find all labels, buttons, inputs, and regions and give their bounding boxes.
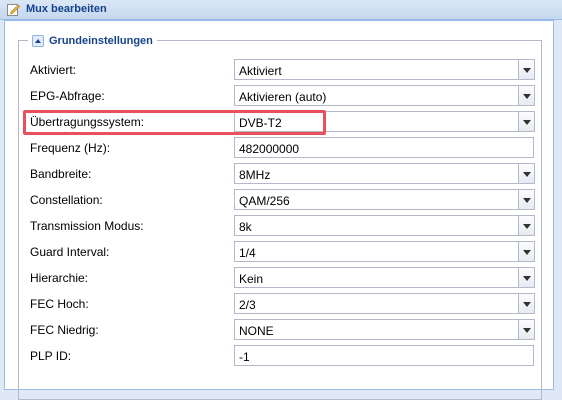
field-value: 8k: [239, 220, 252, 234]
field-label: EPG-Abfrage:: [30, 89, 105, 103]
row-fec-hoch: FEC Hoch: 2/3: [30, 293, 535, 315]
field-label: Guard Interval:: [30, 245, 110, 259]
dropdown-arrow-icon[interactable]: [518, 267, 535, 288]
field-value: QAM/256: [239, 194, 290, 208]
dropdown-arrow-icon[interactable]: [518, 85, 535, 106]
field-value: -1: [239, 350, 250, 364]
highlight-box: [23, 110, 326, 135]
row-epg-abfrage: EPG-Abfrage: Aktivieren (auto): [30, 85, 535, 107]
field-label: FEC Niedrig:: [30, 323, 99, 337]
row-aktiviert: Aktiviert: Aktiviert: [30, 59, 535, 81]
row-hierarchie: Hierarchie: Kein: [30, 267, 535, 289]
dropdown-arrow-icon[interactable]: [518, 241, 535, 262]
field-value: Kein: [239, 272, 264, 286]
field-value: 482000000: [239, 142, 300, 156]
field-label: PLP ID:: [30, 349, 72, 363]
dropdown-arrow-icon[interactable]: [518, 189, 535, 210]
fec-niedrig-select[interactable]: NONE: [234, 319, 535, 340]
field-label: Bandbreite:: [30, 167, 92, 181]
field-value: 2/3: [239, 298, 256, 312]
window-titlebar: Mux bearbeiten: [0, 0, 562, 20]
legend-title: Grundeinstellungen: [49, 35, 153, 47]
guard-interval-select[interactable]: 1/4: [234, 241, 535, 262]
row-plp-id: PLP ID: -1: [30, 345, 535, 367]
row-frequenz: Frequenz (Hz): 482000000: [30, 137, 535, 159]
field-value: NONE: [239, 324, 274, 338]
field-label: FEC Hoch:: [30, 297, 89, 311]
collapse-toggle-icon[interactable]: [32, 35, 44, 47]
dropdown-arrow-icon[interactable]: [518, 163, 535, 184]
hierarchie-select[interactable]: Kein: [234, 267, 535, 288]
field-value: Aktiviert: [239, 64, 282, 78]
dropdown-arrow-icon[interactable]: [518, 293, 535, 314]
row-bandbreite: Bandbreite: 8MHz: [30, 163, 535, 185]
edit-icon: [7, 4, 20, 16]
row-constellation: Constellation: QAM/256: [30, 189, 535, 211]
field-label: Transmission Modus:: [30, 219, 144, 233]
epg-abfrage-select[interactable]: Aktivieren (auto): [234, 85, 535, 106]
field-value: 1/4: [239, 246, 256, 260]
dropdown-arrow-icon[interactable]: [518, 59, 535, 80]
row-transmission-modus: Transmission Modus: 8k: [30, 215, 535, 237]
fieldset-legend: Grundeinstellungen: [28, 33, 157, 49]
constellation-select[interactable]: QAM/256: [234, 189, 535, 210]
dropdown-arrow-icon[interactable]: [518, 319, 535, 340]
field-label: Aktiviert:: [30, 63, 77, 77]
field-label: Hierarchie:: [30, 271, 89, 285]
dropdown-arrow-icon[interactable]: [518, 215, 535, 236]
aktiviert-select[interactable]: Aktiviert: [234, 59, 535, 80]
plp-id-input[interactable]: -1: [234, 345, 534, 366]
fec-hoch-select[interactable]: 2/3: [234, 293, 535, 314]
transmission-modus-select[interactable]: 8k: [234, 215, 535, 236]
field-value: Aktivieren (auto): [239, 90, 327, 104]
frequenz-input[interactable]: 482000000: [234, 137, 534, 158]
field-value: 8MHz: [239, 168, 271, 182]
dropdown-arrow-icon[interactable]: [518, 111, 535, 132]
bandbreite-select[interactable]: 8MHz: [234, 163, 535, 184]
field-label: Frequenz (Hz):: [30, 141, 111, 155]
window-title: Mux bearbeiten: [26, 3, 107, 15]
field-label: Constellation:: [30, 193, 103, 207]
row-guard-interval: Guard Interval: 1/4: [30, 241, 535, 263]
row-fec-niedrig: FEC Niedrig: NONE: [30, 319, 535, 341]
